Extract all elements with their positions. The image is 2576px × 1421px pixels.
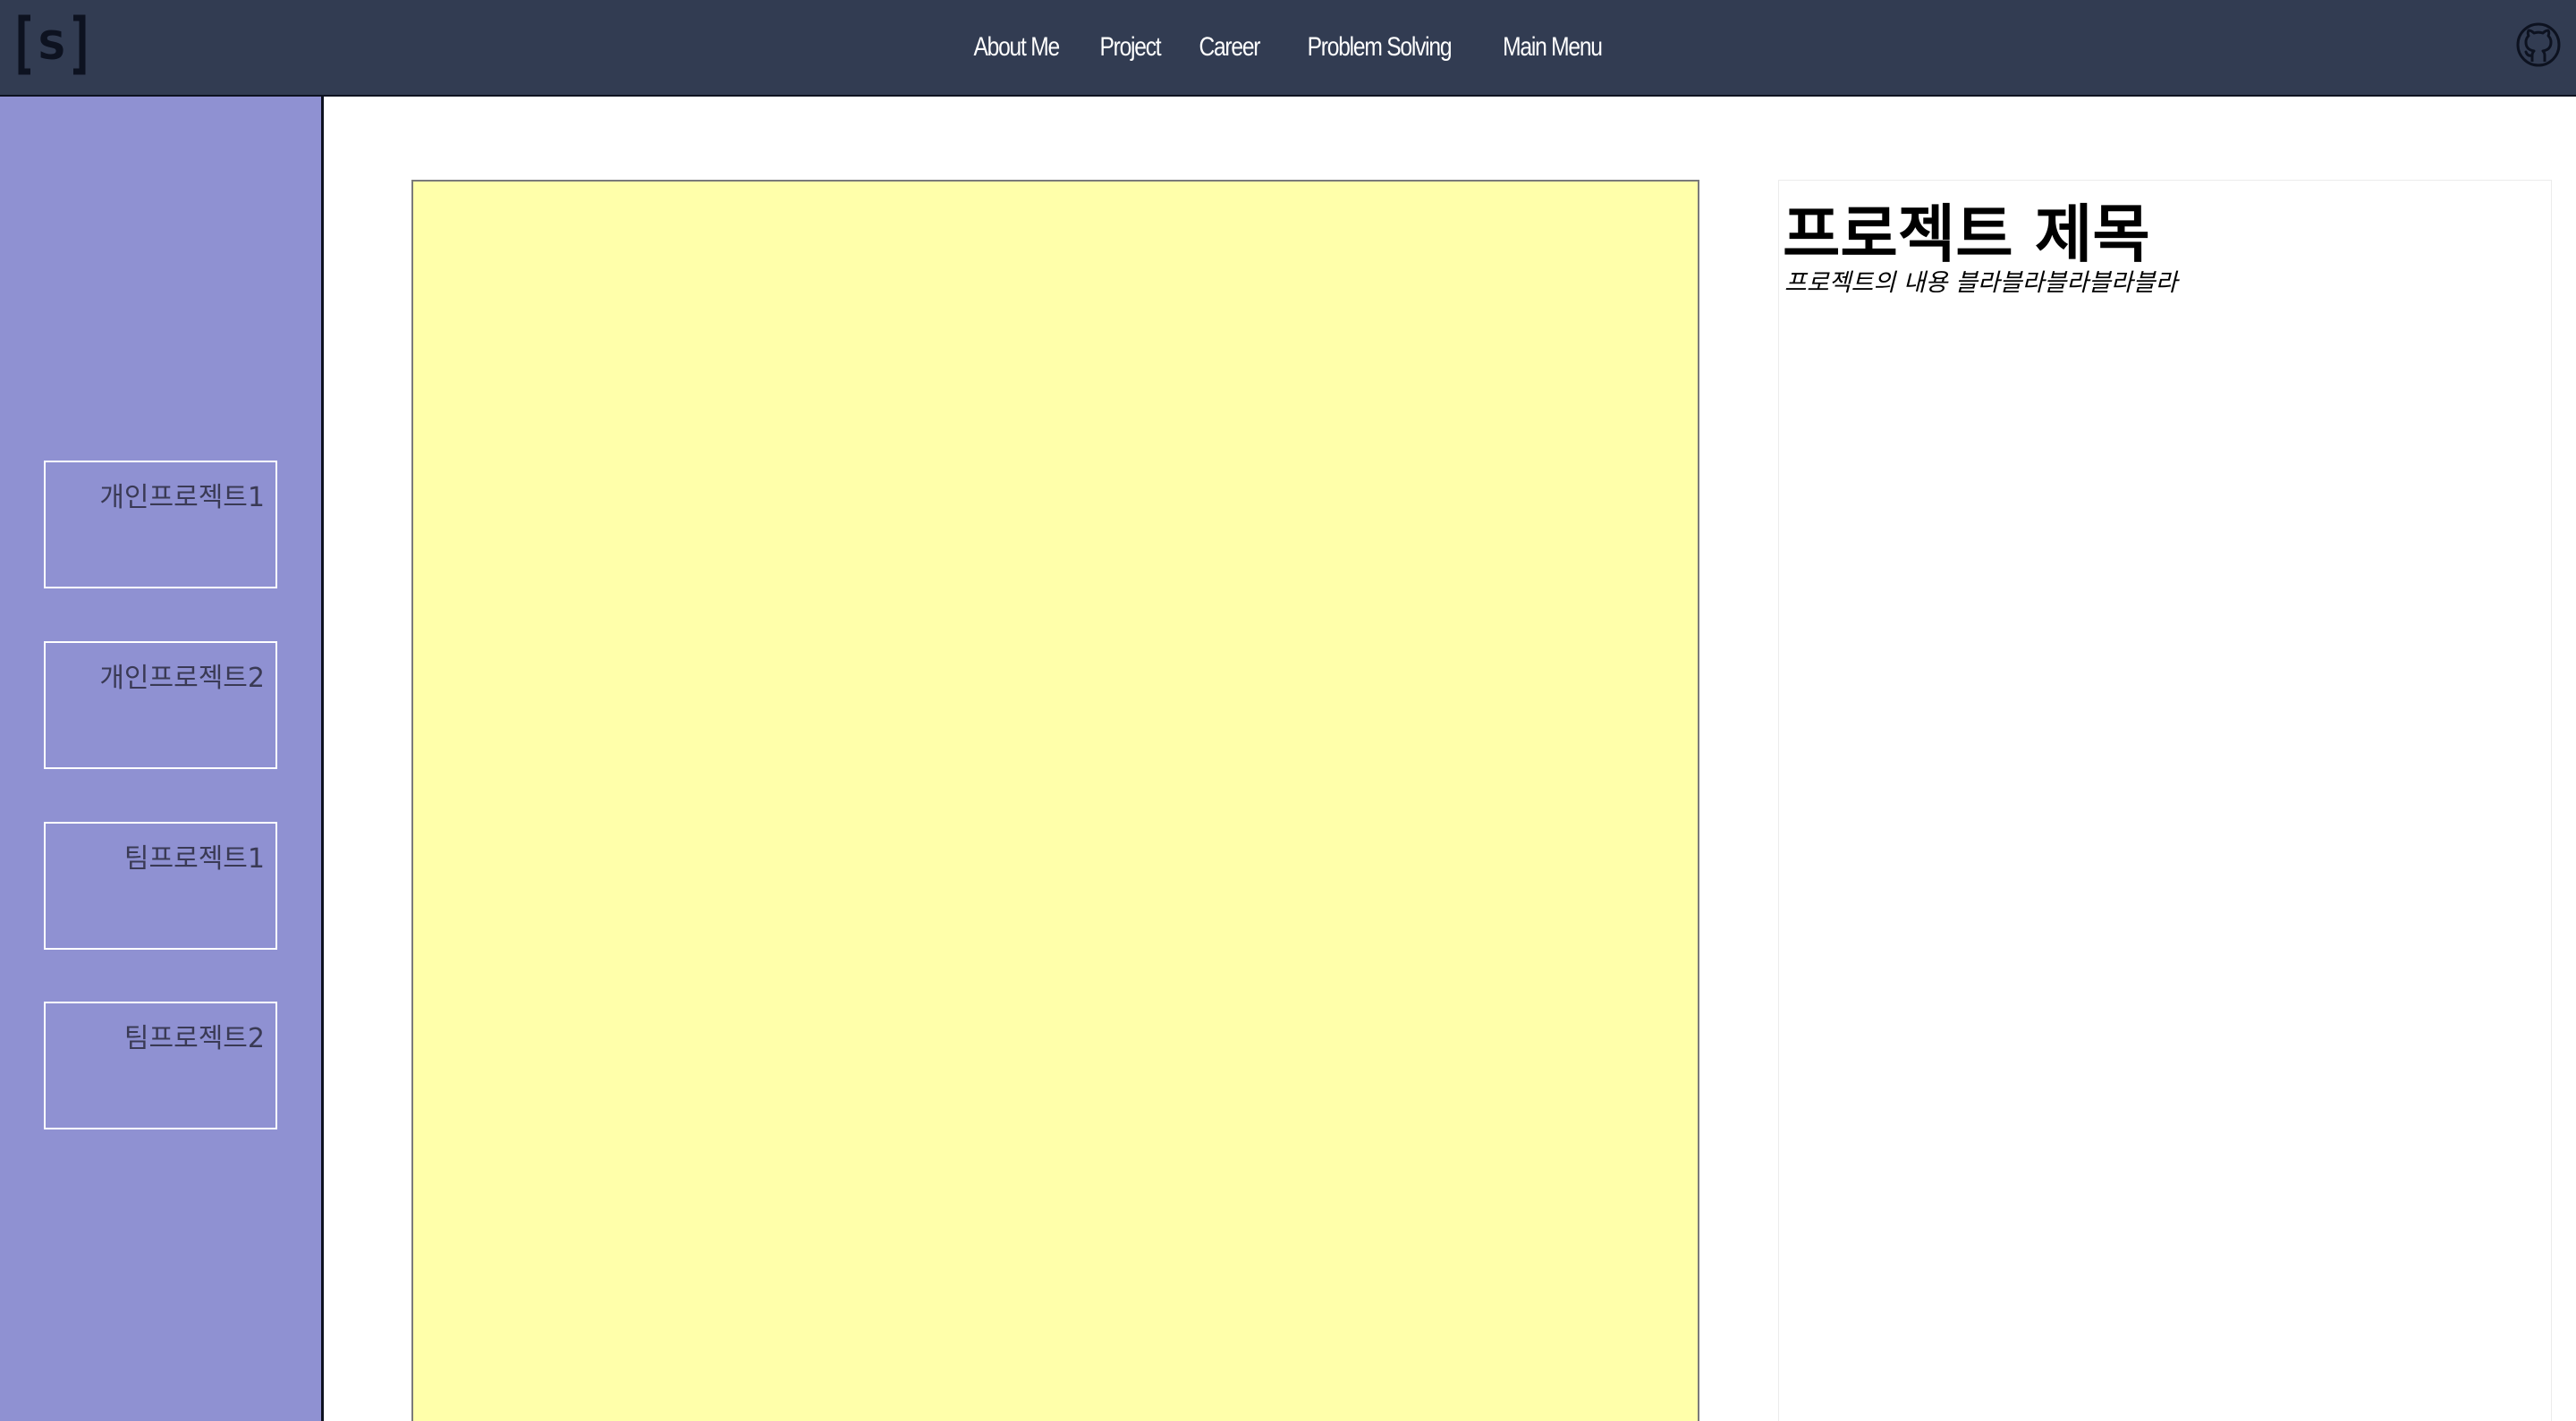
nav-career[interactable]: Career <box>1191 32 1267 63</box>
sidebar-item-team-project-1[interactable]: 팀프로젝트1 <box>44 822 277 950</box>
top-header: S About Me Project Career Problem Solvin… <box>0 0 2576 97</box>
nav-project[interactable]: Project <box>1092 32 1167 63</box>
nav-about-me[interactable]: About Me <box>966 32 1066 63</box>
project-sidebar: 개인프로젝트1 개인프로젝트2 팀프로젝트1 팀프로젝트2 <box>0 97 324 1421</box>
nav-problem-solving[interactable]: Problem Solving <box>1300 32 1458 63</box>
sidebar-item-personal-project-1[interactable]: 개인프로젝트1 <box>44 461 277 588</box>
github-icon[interactable] <box>2515 21 2562 68</box>
sidebar-item-label: 개인프로젝트1 <box>99 482 265 513</box>
project-info-panel: 프로젝트 제목 프로젝트의 내용 블라블라블라블라블라 <box>1778 180 2552 1421</box>
project-description: 프로젝트의 내용 블라블라블라블라블라 <box>1784 269 2178 297</box>
sidebar-item-label: 팀프로젝트1 <box>123 843 265 875</box>
sidebar-item-team-project-2[interactable]: 팀프로젝트2 <box>44 1002 277 1129</box>
sidebar-item-label: 팀프로젝트2 <box>123 1023 265 1054</box>
nav-main-menu[interactable]: Main Menu <box>1495 32 1608 63</box>
sidebar-item-label: 개인프로젝트2 <box>99 663 265 694</box>
main-nav: About Me Project Career Problem Solving … <box>0 0 2576 95</box>
project-title: 프로젝트 제목 <box>1783 198 2150 271</box>
page: S About Me Project Career Problem Solvin… <box>0 0 2576 1421</box>
sidebar-item-personal-project-2[interactable]: 개인프로젝트2 <box>44 641 277 769</box>
project-preview-area <box>411 180 1699 1421</box>
